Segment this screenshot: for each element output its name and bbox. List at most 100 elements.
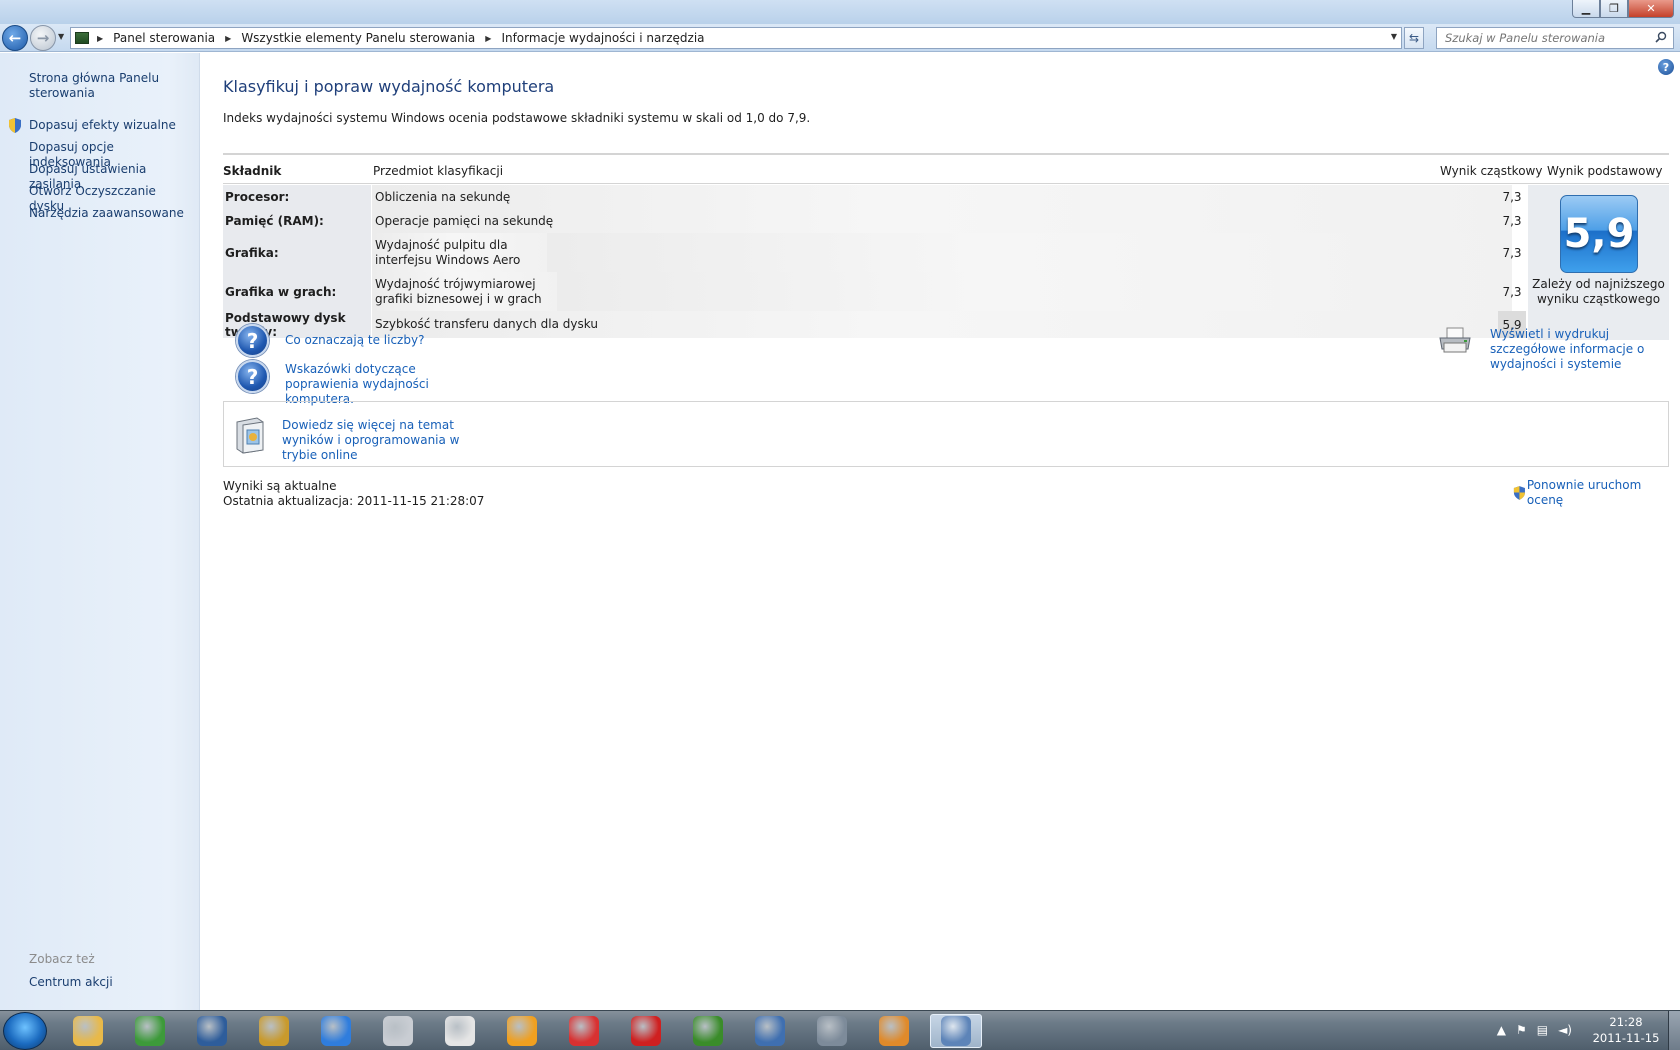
uac-shield-icon [1513,486,1525,500]
taskbar-app-utorrent[interactable] [124,1014,176,1048]
window-titlebar: ▁ ❐ ✕ [0,0,1680,24]
shield-icon [9,118,21,133]
taskbar-app-control-panel[interactable] [930,1014,982,1048]
help-question-icon: ? [236,324,269,357]
component-label: Grafika: [223,233,371,272]
main-content: ? Klasyfikuj i popraw wydajność komputer… [200,53,1680,1010]
red-splat-icon [631,1016,661,1046]
green-app-icon [693,1016,723,1046]
address-dropdown-icon[interactable]: ▼ [1391,32,1397,41]
sidebar-item-control-panel-home[interactable]: Strona główna Panelu sterowania [29,71,194,101]
software-box-icon [236,417,264,454]
system-tray: ▲ ⚑ ▤ ◄) [1497,1023,1572,1037]
subscore-value: 7,3 [1502,245,1522,260]
recent-pages-dropdown-icon[interactable]: ▼ [58,32,64,41]
control-panel-icon [75,32,89,44]
taskbar-app-explorer[interactable] [62,1014,114,1048]
breadcrumb-arrow-icon[interactable]: ▶ [225,34,231,43]
clock[interactable]: 21:28 2011-11-15 [1586,1014,1666,1046]
search-input[interactable] [1437,31,1647,45]
explorer-icon [73,1016,103,1046]
component-label: Procesor: [223,185,371,209]
taskbar-app-thunderbird[interactable] [744,1014,796,1048]
volume-icon[interactable]: ◄) [1558,1023,1572,1037]
sidebar-item-action-center[interactable]: Centrum akcji [29,975,194,990]
table-row: Procesor: Obliczenia na sekundę 7,3 [223,185,1527,209]
taskbar: ▲ ⚑ ▤ ◄) 21:28 2011-11-15 [0,1010,1680,1050]
dvd-icon [383,1016,413,1046]
window-controls: ▁ ❐ ✕ [1572,0,1674,18]
header-subscore: Wynik cząstkowy [1440,164,1543,178]
subject-text: Operacje pamięci na sekundę [372,209,1512,233]
taskbar-app-app-x[interactable] [186,1014,238,1048]
navigation-bar: ← → ▼ ▶ Panel sterowania ▶ Wszystkie ele… [0,24,1680,52]
back-button[interactable]: ← [2,25,28,51]
search-box[interactable] [1436,27,1674,49]
breadcrumb-arrow-icon[interactable]: ▶ [97,34,103,43]
thunder-icon [321,1016,351,1046]
forward-button[interactable]: → [30,25,56,51]
taskbar-app-media-player[interactable] [868,1014,920,1048]
flash-icon [569,1016,599,1046]
maximize-button[interactable]: ❐ [1600,0,1628,18]
action-center-flag-icon[interactable]: ⚑ [1516,1023,1527,1037]
taskbar-app-foxit[interactable] [434,1014,486,1048]
taskbar-app-video-editor[interactable] [248,1014,300,1048]
page-title: Klasyfikuj i popraw wydajność komputera [223,77,555,96]
close-button[interactable]: ✕ [1628,0,1674,18]
subscore-value: 7,3 [1502,284,1522,299]
control-panel-icon [941,1016,971,1046]
clock-date: 2011-11-15 [1592,1031,1660,1045]
component-label: Grafika w grach: [223,272,371,311]
taskbar-app-smiley[interactable] [496,1014,548,1048]
taskbar-app-dvd[interactable] [372,1014,424,1048]
base-score-note: Zależy od najniższego wyniku cząstkowego [1532,277,1665,306]
table-row: Grafika w grach: Wydajność trójwymiarowe… [223,272,1527,311]
utorrent-icon [135,1016,165,1046]
taskbar-app-winamp[interactable] [806,1014,858,1048]
show-desktop-button[interactable] [1668,1011,1680,1050]
sidebar-item-advanced-tools[interactable]: Narzędzia zaawansowane [29,206,194,221]
subject-text: Wydajność pulpitu dla interfejsu Windows… [372,233,547,272]
app-x-icon [197,1016,227,1046]
status-current: Wyniki są aktualne [223,479,337,493]
taskbar-app-thunder[interactable] [310,1014,362,1048]
refresh-button[interactable]: ⇆ [1404,27,1424,49]
show-hidden-icons-icon[interactable]: ▲ [1497,1023,1506,1037]
subject-text: Wydajność trójwymiarowej grafiki bizneso… [372,272,557,311]
search-icon[interactable] [1655,31,1667,43]
media-player-icon [879,1016,909,1046]
minimize-button[interactable]: ▁ [1572,0,1600,18]
breadcrumb-arrow-icon[interactable]: ▶ [485,34,491,43]
breadcrumb-item[interactable]: Panel sterowania [111,31,217,45]
taskbar-app-red-splat[interactable] [620,1014,672,1048]
thunderbird-icon [755,1016,785,1046]
base-score-badge: 5,9 [1560,195,1638,273]
rerun-assessment-link[interactable]: Ponownie uruchom ocenę [1527,478,1680,508]
breadcrumb-item[interactable]: Informacje wydajności i narzędzia [499,31,706,45]
online-info-box: Dowiedz się więcej na temat wyników i op… [223,401,1669,467]
sidebar-item-visual-effects[interactable]: Dopasuj efekty wizualne [29,118,194,133]
what-numbers-mean-link[interactable]: Co oznaczają te liczby? [285,333,424,348]
address-bar[interactable]: ▶ Panel sterowania ▶ Wszystkie elementy … [70,27,1402,49]
help-question-icon: ? [236,360,269,393]
taskbar-app-green-app[interactable] [682,1014,734,1048]
foxit-icon [445,1016,475,1046]
print-details-link[interactable]: Wyświetl i wydrukuj szczegółowe informac… [1490,327,1670,372]
printer-icon [1439,327,1471,353]
learn-more-online-link[interactable]: Dowiedz się więcej na temat wyników i op… [282,418,492,463]
subject-text: Szybkość transferu danych dla dysku [372,311,1512,338]
subscore-value: 7,3 [1502,190,1522,204]
rerun-assessment[interactable]: Ponownie uruchom ocenę [1513,478,1680,508]
subject-filler [557,272,1512,311]
winamp-icon [817,1016,847,1046]
breadcrumb-item[interactable]: Wszystkie elementy Panelu sterowania [239,31,477,45]
network-icon[interactable]: ▤ [1537,1023,1548,1037]
taskbar-app-flash[interactable] [558,1014,610,1048]
header-component: Składnik [223,164,282,178]
start-button[interactable] [3,1012,47,1050]
smiley-icon [507,1016,537,1046]
last-update-text: Ostatnia aktualizacja: 2011-11-15 21:28:… [223,494,485,508]
page-description: Indeks wydajności systemu Windows ocenia… [223,111,811,125]
help-icon[interactable]: ? [1658,59,1674,75]
